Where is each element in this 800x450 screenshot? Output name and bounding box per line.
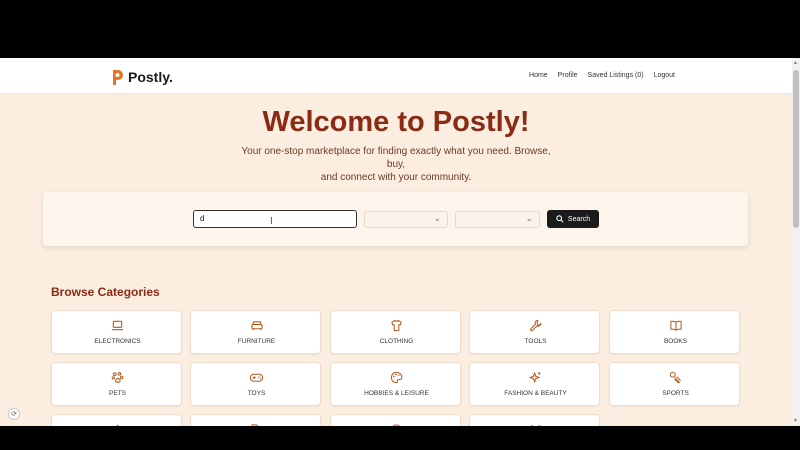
category-card[interactable]	[190, 414, 321, 426]
scrollbar-thumb[interactable]	[793, 70, 799, 228]
nav-saved-listings-link[interactable]: Saved Listings (0)	[588, 72, 644, 79]
shirt-icon	[391, 319, 402, 332]
paw-icon	[111, 371, 124, 383]
sports-icon	[669, 371, 681, 384]
category-label: FASHION & BEAUTY	[504, 390, 567, 397]
hero-subtitle-line-2: and connect with your community.	[320, 172, 472, 183]
sofa-icon	[250, 321, 263, 331]
category-electronics[interactable]: ELECTRONICS	[51, 310, 182, 354]
location-select[interactable]: ⌄	[455, 211, 540, 228]
wrench-icon	[530, 319, 542, 332]
browser-viewport: Postly. Home Profile Saved Listings (0) …	[0, 58, 800, 426]
letterbox-top	[0, 0, 800, 58]
category-tools[interactable]: TOOLS	[469, 310, 600, 354]
chevron-down-icon: ⌄	[433, 213, 441, 223]
nav-profile-link[interactable]: Profile	[558, 72, 578, 79]
category-sports[interactable]: SPORTS	[609, 362, 740, 406]
category-card[interactable]	[51, 414, 182, 426]
category-clothing[interactable]: CLOTHING	[330, 310, 461, 354]
category-books[interactable]: BOOKS	[609, 310, 740, 354]
category-fashion-beauty[interactable]: FASHION & BEAUTY	[469, 362, 600, 406]
scroll-up-icon[interactable]: ▲	[793, 60, 798, 66]
search-input[interactable]: d	[193, 210, 357, 228]
chevron-down-icon: ⌄	[525, 213, 533, 223]
search-panel: d ⌄ ⌄ Search	[43, 192, 748, 246]
laptop-icon	[111, 320, 124, 331]
brand-name: Postly.	[128, 69, 173, 85]
letterbox-bottom	[0, 426, 800, 450]
category-furniture[interactable]: FURNITURE	[190, 310, 321, 354]
loading-indicator-icon[interactable]: ⟳	[8, 408, 20, 420]
category-hobbies-leisure[interactable]: HOBBIES & LEISURE	[330, 362, 461, 406]
category-label: BOOKS	[663, 338, 688, 345]
category-label: TOYS	[247, 390, 266, 397]
nav-links: Home Profile Saved Listings (0) Logout	[529, 72, 675, 79]
brand-logo[interactable]: Postly.	[110, 68, 173, 86]
text-cursor-icon: I	[270, 216, 273, 227]
category-label: ELECTRONICS	[94, 338, 141, 345]
hero-title: Welcome to Postly!	[262, 106, 530, 138]
category-label: HOBBIES & LEISURE	[364, 390, 429, 397]
nav-home-link[interactable]: Home	[529, 72, 548, 79]
hero-subtitle: Your one-stop marketplace for finding ex…	[236, 145, 556, 184]
vertical-scrollbar[interactable]: ▲ ▼	[792, 58, 800, 426]
book-icon	[669, 320, 682, 331]
category-card[interactable]	[330, 414, 461, 426]
category-toys[interactable]: TOYS	[190, 362, 321, 406]
category-select[interactable]: ⌄	[364, 211, 448, 228]
category-label: FURNITURE	[237, 338, 276, 345]
search-button[interactable]: Search	[547, 210, 599, 228]
top-navbar: Postly. Home Profile Saved Listings (0) …	[0, 58, 792, 94]
nav-logout-link[interactable]: Logout	[654, 72, 675, 79]
search-button-label: Search	[567, 215, 591, 223]
category-pets[interactable]: PETS	[51, 362, 182, 406]
category-label: PETS	[109, 390, 126, 397]
categories-title: Browse Categories	[51, 285, 160, 299]
hero-subtitle-line-1: Your one-stop marketplace for finding ex…	[241, 146, 551, 170]
category-label: SPORTS	[662, 390, 689, 397]
postly-logo-icon	[113, 70, 123, 85]
search-icon	[556, 215, 564, 223]
category-label: TOOLS	[524, 338, 547, 345]
palette-icon	[390, 371, 403, 384]
sparkles-icon	[529, 371, 541, 383]
category-label: CLOTHING	[379, 338, 414, 345]
gamepad-icon	[249, 373, 264, 382]
scroll-down-icon[interactable]: ▼	[793, 418, 798, 424]
category-card[interactable]	[469, 414, 600, 426]
